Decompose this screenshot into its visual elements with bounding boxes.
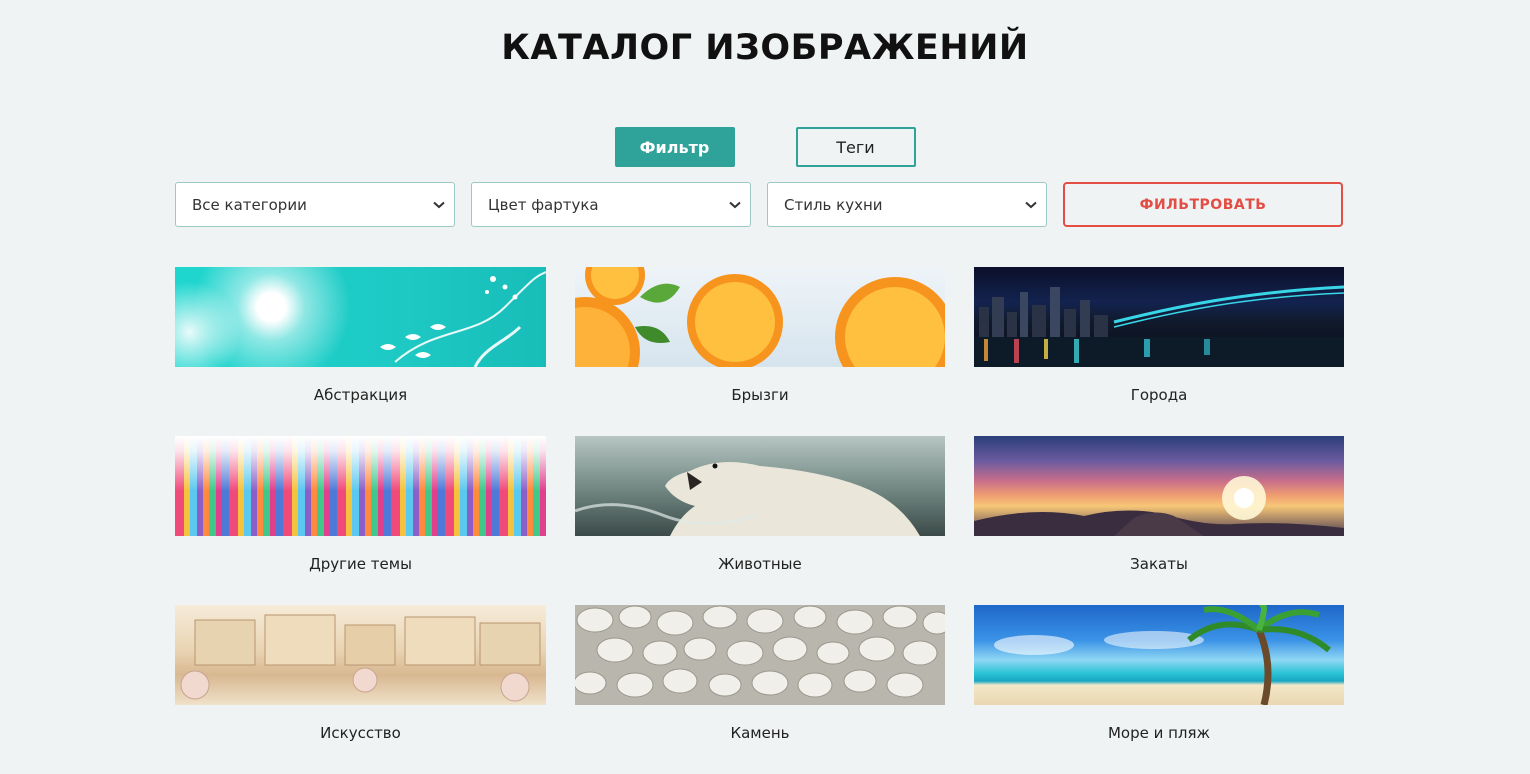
catalog-item-label: Море и пляж (1107, 724, 1211, 742)
tab-tags[interactable]: Теги (795, 127, 916, 167)
catalog-item-animals[interactable]: Животные (575, 436, 945, 605)
tropical-beach-image (974, 605, 1344, 705)
catalog-item-label: Другие темы (309, 555, 412, 573)
catalog-grid: Абстракция Брызги Города Другие темы Жив… (175, 267, 1345, 774)
catalog-item-label: Закаты (1130, 555, 1188, 573)
chevron-down-icon (1024, 198, 1038, 212)
apron-color-select-value: Цвет фартука (488, 195, 599, 214)
venice-drawing-image (175, 605, 546, 705)
polar-bear-image (575, 436, 945, 536)
catalog-item-label: Искусство (320, 724, 401, 742)
abstract-turquoise-image (175, 267, 546, 367)
white-pebbles-image (575, 605, 945, 705)
catalog-item-sunsets[interactable]: Закаты (974, 436, 1344, 605)
tab-filter[interactable]: Фильтр (614, 127, 735, 167)
orange-splash-image (575, 267, 945, 367)
chevron-down-icon (432, 198, 446, 212)
filter-bar: Все категории Цвет фартука Стиль кухни Ф… (175, 182, 1344, 227)
catalog-item-stone[interactable]: Камень (575, 605, 945, 774)
catalog-item-label: Животные (718, 555, 802, 573)
catalog-item-art[interactable]: Искусство (175, 605, 546, 774)
catalog-item-splash[interactable]: Брызги (575, 267, 945, 436)
category-select-value: Все категории (192, 195, 307, 214)
category-select[interactable]: Все категории (175, 182, 455, 227)
catalog-item-abstract[interactable]: Абстракция (175, 267, 546, 436)
sunset-mountains-image (974, 436, 1344, 536)
night-city-bridge-image (974, 267, 1344, 367)
catalog-item-other-themes[interactable]: Другие темы (175, 436, 546, 605)
kitchen-style-select-value: Стиль кухни (784, 195, 883, 214)
filter-submit-button[interactable]: ФИЛЬТРОВАТЬ (1063, 182, 1343, 227)
colorful-stripes-image (175, 436, 546, 536)
catalog-item-sea-beach[interactable]: Море и пляж (974, 605, 1344, 774)
catalog-item-label: Абстракция (313, 386, 408, 404)
kitchen-style-select[interactable]: Стиль кухни (767, 182, 1047, 227)
filter-tabs: Фильтр Теги (0, 127, 1530, 167)
catalog-item-label: Камень (730, 724, 790, 742)
page-title: КАТАЛОГ ИЗОБРАЖЕНИЙ (501, 28, 1029, 68)
catalog-item-label: Брызги (731, 386, 789, 404)
apron-color-select[interactable]: Цвет фартука (471, 182, 751, 227)
chevron-down-icon (728, 198, 742, 212)
catalog-item-label: Города (1130, 386, 1188, 404)
catalog-item-cities[interactable]: Города (974, 267, 1344, 436)
